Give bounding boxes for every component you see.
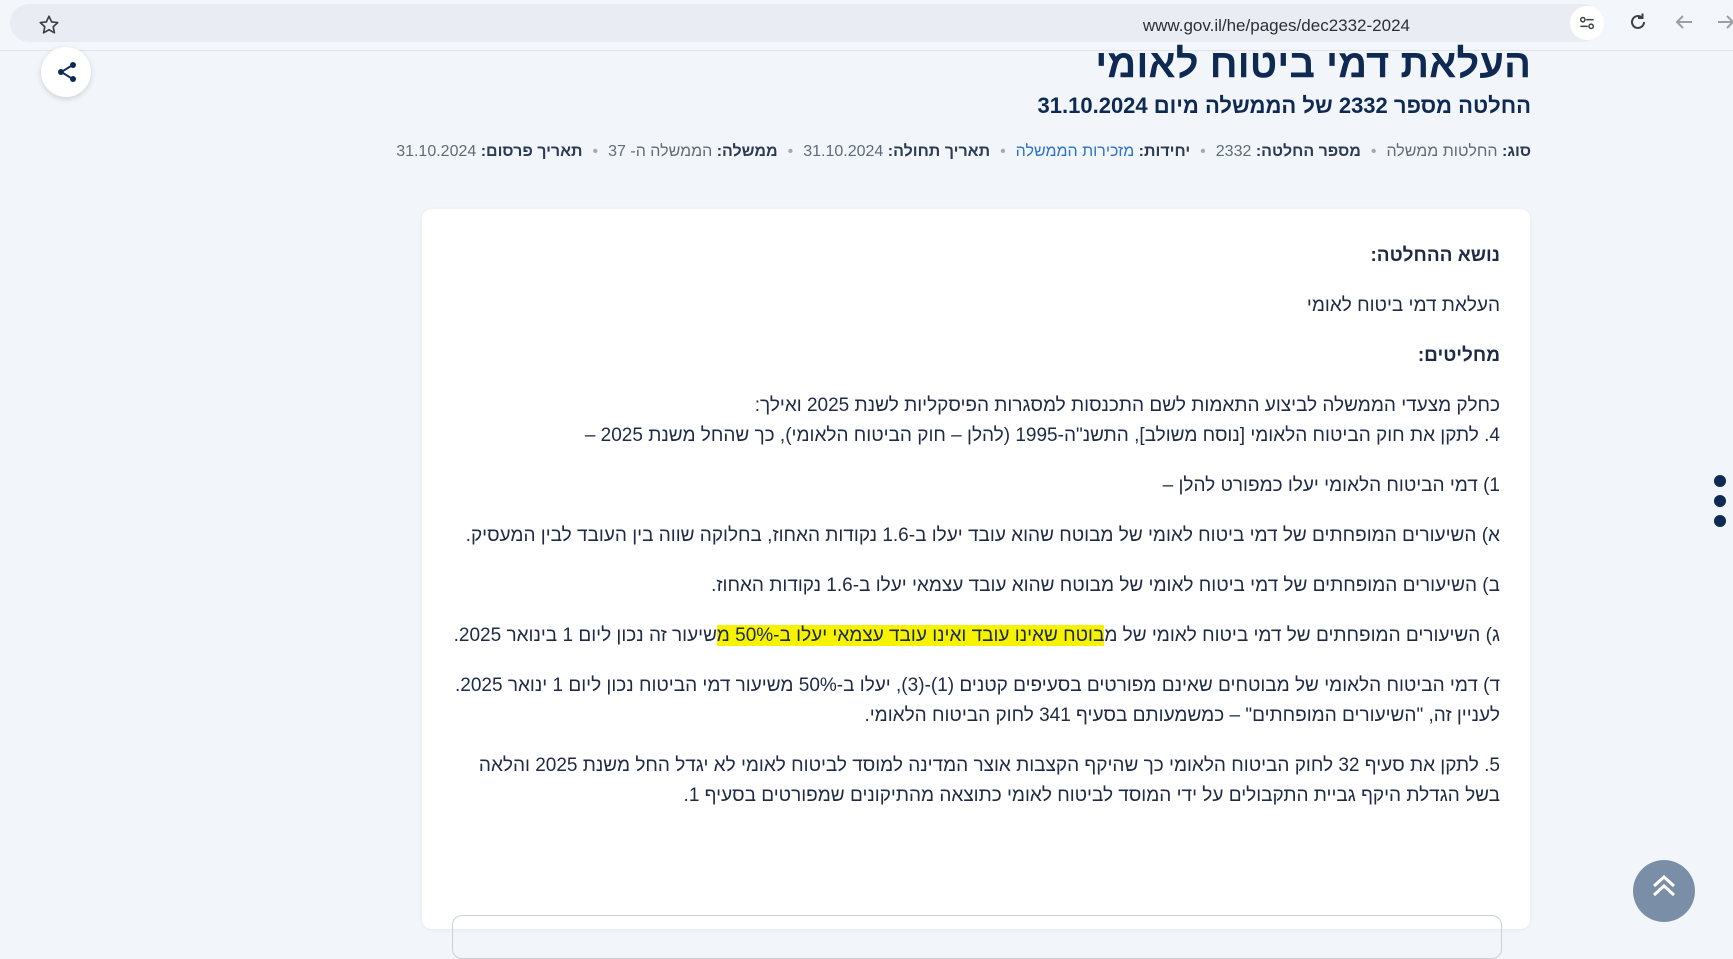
site-info-button[interactable]	[1570, 6, 1604, 40]
decision-body: נושא ההחלטה: העלאת דמי ביטוח לאומי מחליט…	[450, 241, 1500, 811]
reload-icon[interactable]	[1626, 10, 1650, 34]
subject-text: העלאת דמי ביטוח לאומי	[1306, 295, 1500, 316]
meta-label: ממשלה:	[716, 143, 778, 160]
meta-separator: •	[787, 143, 794, 160]
address-bar[interactable]: www.gov.il/he/pages/dec2332-2024	[10, 4, 1602, 42]
meta-label: תאריך פרסום:	[480, 143, 583, 160]
attachment-box	[452, 915, 1502, 959]
forward-arrow-icon[interactable]	[1714, 10, 1733, 34]
page-title: העלאת דמי ביטוח לאומי	[1095, 42, 1531, 86]
highlighted-text: בוטח שאינו עובד ואינו עובד עצמאי יעלו ב-…	[716, 625, 1105, 646]
meta-units: יחידות: מזכירות הממשלה	[1016, 143, 1191, 161]
meta-label: מספר החלטה:	[1255, 143, 1361, 160]
meta-value: 31.10.2024	[396, 143, 477, 160]
page-subtitle: החלטה מספר 2332 של הממשלה מיום 31.10.202…	[1037, 93, 1531, 118]
subclause-d: ד) דמי הביטוח הלאומי של מבוטחים שאינם מפ…	[455, 675, 1500, 696]
meta-separator: •	[1000, 143, 1006, 160]
subclause-g: ג) השיעורים המופחתים של דמי ביטוח לאומי …	[450, 621, 1500, 651]
meta-value: החלטות ממשלה	[1386, 143, 1498, 160]
clause-4: 4. לתקן את חוק הביטוח הלאומי [נוסח משולב…	[584, 425, 1500, 446]
meta-label: תאריך תחולה:	[887, 143, 991, 160]
more-options-icon[interactable]	[1714, 475, 1728, 535]
decision-content-card: נושא ההחלטה: העלאת דמי ביטוח לאומי מחליט…	[422, 209, 1530, 959]
meta-publish-date: תאריך פרסום: 31.10.2024	[396, 143, 582, 161]
url-text[interactable]: www.gov.il/he/pages/dec2332-2024	[1143, 16, 1410, 36]
scroll-to-top-button[interactable]	[1633, 860, 1695, 922]
subclause-a: א) השיעורים המופחתים של דמי ביטוח לאומי …	[465, 525, 1500, 546]
tune-icon	[1579, 16, 1595, 30]
decides-heading: מחליטים:	[1417, 345, 1500, 366]
intro-paragraph: כחלק מצעדי הממשלה לביצוע התאמות לשם התכנ…	[754, 395, 1500, 416]
meta-value: 31.10.2024	[803, 143, 884, 160]
double-chevron-up-icon	[1652, 874, 1676, 897]
definition-note: לעניין זה, "השיעורים המופחתים" – כמשמעות…	[864, 705, 1500, 726]
meta-units-link[interactable]: מזכירות הממשלה	[1016, 143, 1135, 160]
meta-government: ממשלה: הממשלה ה- 37	[608, 143, 778, 161]
meta-separator: •	[592, 143, 599, 160]
meta-label: סוג:	[1502, 143, 1531, 160]
meta-value: הממשלה ה- 37	[608, 143, 713, 160]
subject-heading: נושא ההחלטה:	[1370, 245, 1500, 266]
subclause-g-end: שיעור זה נכון ליום 1 בינואר 2025.	[453, 625, 717, 646]
back-arrow-icon[interactable]	[1672, 10, 1696, 34]
meta-decision-number: מספר החלטה: 2332	[1216, 143, 1361, 161]
subclause-b: ב) השיעורים המופחתים של דמי ביטוח לאומי …	[711, 575, 1500, 596]
share-icon	[58, 62, 76, 82]
clause-5: 5. לתקן את סעיף 32 לחוק הביטוח הלאומי כך…	[478, 755, 1500, 806]
bookmark-star-icon[interactable]	[38, 14, 60, 36]
meta-type: סוג: החלטות ממשלה	[1386, 143, 1531, 161]
meta-label: יחידות:	[1138, 143, 1191, 160]
share-button[interactable]	[41, 47, 91, 97]
meta-separator: •	[1370, 143, 1377, 160]
meta-value: 2332	[1215, 143, 1252, 160]
subclause-1: 1) דמי הביטוח הלאומי יעלו כמפורט להלן –	[1162, 475, 1500, 496]
meta-separator: •	[1200, 143, 1206, 160]
subclause-g-start: ג) השיעורים המופחתים של דמי ביטוח לאומי …	[1104, 625, 1500, 646]
decision-meta-row: סוג: החלטות ממשלה • מספר החלטה: 2332 • י…	[396, 143, 1531, 161]
meta-effective-date: תאריך תחולה: 31.10.2024	[803, 143, 990, 161]
